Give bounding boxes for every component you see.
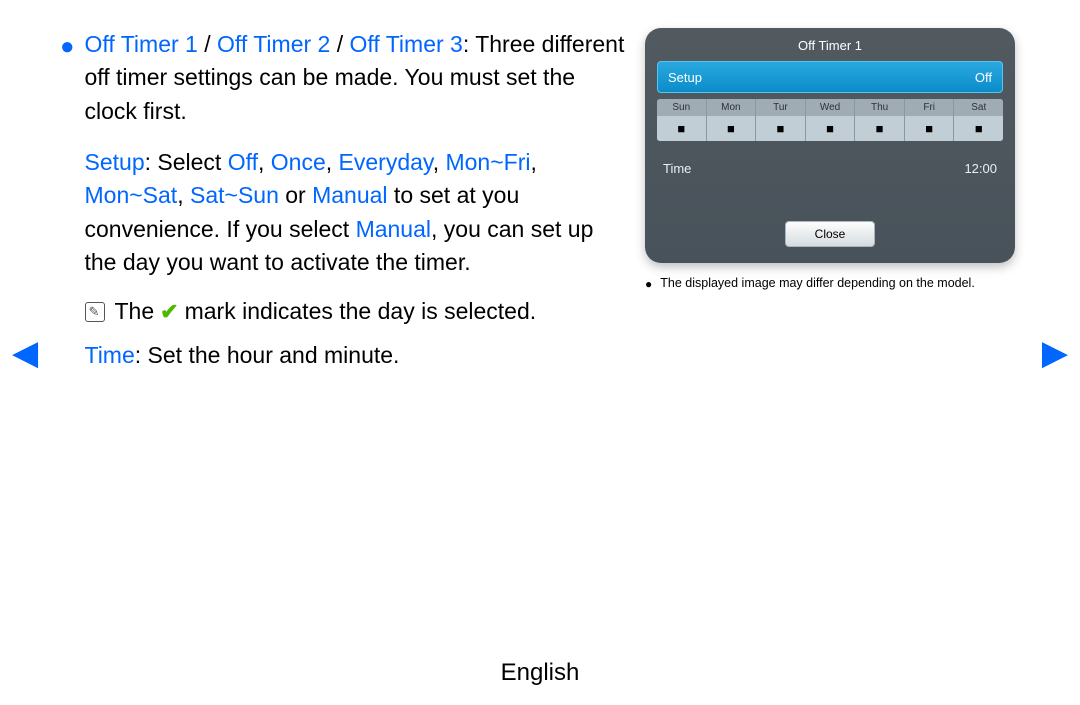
panel-column: Off Timer 1 Setup Off Sun■ Mon■ Tur■ Wed…	[645, 28, 1025, 372]
setup-description: Setup: Select Off, Once, Everyday, Mon~F…	[85, 146, 626, 279]
nav-prev-button[interactable]: ◀	[12, 333, 38, 373]
panel-disclaimer: ● The displayed image may differ dependi…	[645, 275, 1025, 293]
setup-bar[interactable]: Setup Off	[657, 61, 1003, 93]
note-line: The ✔ mark indicates the day is selected…	[85, 295, 626, 328]
nav-next-button[interactable]: ▶	[1042, 333, 1068, 373]
day-cell[interactable]: Sat■	[954, 99, 1003, 141]
bullet-icon: ●	[645, 276, 652, 293]
bullet-content: Off Timer 1 / Off Timer 2 / Off Timer 3:…	[85, 28, 626, 372]
off-timer-2-label: Off Timer 2	[217, 31, 330, 57]
day-cell[interactable]: Mon■	[707, 99, 757, 141]
chevron-left-icon: ◀	[12, 334, 38, 372]
day-cell[interactable]: Wed■	[806, 99, 856, 141]
bullet-icon: ●	[60, 30, 75, 65]
days-row: Sun■ Mon■ Tur■ Wed■ Thu■ Fri■ Sat■	[657, 99, 1003, 141]
time-row[interactable]: Time 12:00	[657, 161, 1003, 176]
chevron-right-icon: ▶	[1042, 334, 1068, 372]
off-timer-1-label: Off Timer 1	[85, 31, 198, 57]
day-cell[interactable]: Sun■	[657, 99, 707, 141]
day-cell[interactable]: Fri■	[905, 99, 955, 141]
note-icon	[85, 302, 105, 322]
check-icon: ✔	[160, 296, 178, 328]
day-cell[interactable]: Thu■	[855, 99, 905, 141]
main-text-column: ● Off Timer 1 / Off Timer 2 / Off Timer …	[60, 28, 625, 372]
day-cell[interactable]: Tur■	[756, 99, 806, 141]
panel-title: Off Timer 1	[657, 38, 1003, 53]
setup-label: Setup	[85, 149, 145, 175]
setup-bar-label: Setup	[668, 70, 702, 85]
off-timer-panel: Off Timer 1 Setup Off Sun■ Mon■ Tur■ Wed…	[645, 28, 1015, 263]
footer-language: English	[0, 659, 1080, 687]
setup-bar-value: Off	[975, 70, 992, 85]
close-button[interactable]: Close	[785, 221, 875, 247]
time-description: Time: Set the hour and minute.	[85, 339, 626, 372]
off-timer-3-label: Off Timer 3	[350, 31, 463, 57]
time-row-value: 12:00	[964, 161, 997, 176]
time-row-label: Time	[663, 161, 691, 176]
